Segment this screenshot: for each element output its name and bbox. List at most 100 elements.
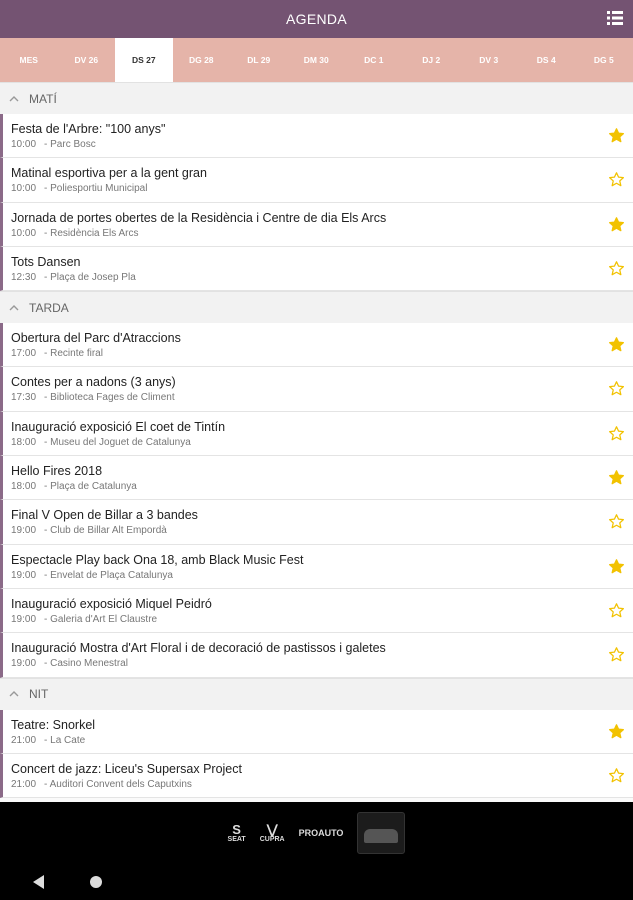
day-tabs: MES DV 26 DS 27 DG 28 DL 29 DM 30 DC 1 DJ 2 DV 3… [0, 38, 633, 82]
event-row[interactable]: Festa de l'Arbre: "100 anys" 10:00 - Parc … [0, 114, 633, 159]
event-meta: 17:30 - Biblioteca Fages de Climent [11, 390, 633, 405]
event-place: - Envelat de Plaça Catalunya [44, 569, 173, 581]
event-meta: 19:00 - Casino Menestral [11, 656, 633, 671]
tab-day[interactable]: DV 26 [58, 38, 116, 82]
event-row[interactable]: Hello Fires 2018 18:00 - Plaça de Cataluny… [0, 456, 633, 501]
event-time: 10:00 [11, 227, 37, 239]
star-filled-icon[interactable] [608, 336, 625, 353]
section-header[interactable]: NIT [0, 677, 633, 710]
event-time: 18:00 [11, 481, 37, 493]
event-place: - Casino Menestral [44, 658, 128, 670]
star-outline-icon[interactable] [608, 513, 625, 530]
star-outline-icon[interactable] [608, 425, 625, 442]
event-time: 21:00 [11, 734, 37, 746]
event-row[interactable]: Obertura del Parc d'Atraccions 17:00 - Rec… [0, 323, 633, 368]
event-meta: 19:00 - Envelat de Plaça Catalunya [11, 568, 633, 583]
star-outline-icon[interactable] [608, 171, 625, 188]
event-row[interactable]: Final V Open de Billar a 3 bandes 19:00 - … [0, 500, 633, 545]
event-time: 17:30 [11, 392, 37, 404]
list-icon[interactable] [607, 11, 623, 25]
event-place: - Plaça de Catalunya [44, 481, 137, 493]
event-row[interactable]: Concert de jazz: Liceu's Supersax Projec… [0, 753, 633, 799]
event-title: Obertura del Parc d'Atraccions [11, 331, 181, 346]
event-row[interactable]: Jornada de portes obertes de la Residènc… [0, 202, 633, 247]
event-row[interactable]: Espectacle Play back Ona 18, amb Black M… [0, 544, 633, 589]
page-title: AGENDA [286, 11, 347, 27]
event-meta: 21:00 - Auditori Convent dels Caputxins [11, 777, 633, 792]
star-filled-icon[interactable] [608, 216, 625, 233]
chevron-up-icon [9, 304, 19, 311]
seat-logo: S SEAT [227, 822, 246, 843]
system-nav-bar [0, 864, 633, 900]
event-place: - La Cate [44, 734, 86, 746]
event-title: Concert de jazz: Liceu's Supersax Projec… [11, 761, 242, 776]
event-time: 19:00 [11, 658, 37, 670]
tab-day[interactable]: DL 29 [230, 38, 288, 82]
event-meta: 21:00 - La Cate [11, 733, 633, 748]
event-title: Final V Open de Billar a 3 bandes [11, 508, 198, 523]
event-title: Espectacle Play back Ona 18, amb Black M… [11, 552, 304, 567]
event-time: 17:00 [11, 348, 37, 360]
event-place: - Residència Els Arcs [44, 227, 139, 239]
event-place: - Galeria d'Art El Claustre [44, 613, 158, 625]
section-header[interactable]: MATÍ [0, 82, 633, 114]
tab-day[interactable]: DG 28 [173, 38, 231, 82]
back-icon[interactable] [33, 875, 45, 889]
star-outline-icon[interactable] [608, 380, 625, 397]
event-meta: 18:00 - Museu del Joguet de Catalunya [11, 435, 633, 450]
section-header[interactable]: TARDA [0, 291, 633, 324]
star-filled-icon[interactable] [608, 723, 625, 740]
tab-day[interactable]: DV 3 [460, 38, 518, 82]
event-time: 18:00 [11, 436, 37, 448]
event-row[interactable]: Teatre: Snorkel 21:00 - La Cate [0, 709, 633, 754]
event-time: 10:00 [11, 139, 37, 150]
home-icon[interactable] [90, 876, 102, 888]
sponsor-banner[interactable]: S SEAT ⋁ CUPRA PROAUTO [0, 802, 633, 864]
tab-day[interactable]: DJ 2 [403, 38, 461, 82]
event-title: Contes per a nadons (3 anys) [11, 375, 176, 390]
tab-day[interactable]: DC 1 [345, 38, 403, 82]
event-row[interactable]: Inauguració exposició Miquel Peidró 19:00… [0, 588, 633, 634]
event-title: Festa de l'Arbre: "100 anys" [11, 122, 166, 136]
chevron-up-icon [9, 95, 19, 101]
star-outline-icon[interactable] [608, 602, 625, 619]
event-place: - Poliesportiu Municipal [44, 183, 148, 195]
event-place: - Museu del Joguet de Catalunya [44, 436, 191, 448]
star-outline-icon[interactable] [608, 646, 625, 663]
tab-day[interactable]: DG 5 [575, 38, 633, 82]
event-row[interactable]: Inauguració exposició El coet de Tintín 1… [0, 411, 633, 457]
proauto-logo: PROAUTO [298, 827, 344, 838]
event-row[interactable]: Matinal esportiva per a la gent gran 10:0… [0, 158, 633, 203]
tab-day[interactable]: DM 30 [288, 38, 346, 82]
event-title: Jornada de portes obertes de la Residènc… [11, 210, 387, 225]
event-title: Matinal esportiva per a la gent gran [11, 166, 207, 181]
event-meta: 12:30 - Plaça de Josep Pla [11, 270, 633, 285]
event-place: - Club de Billar Alt Empordà [44, 525, 167, 537]
tab-day[interactable]: DS 27 [115, 38, 173, 82]
cupra-logo: ⋁ CUPRA [259, 822, 285, 843]
event-row[interactable]: Inauguració Mostra d'Art Floral i de dec… [0, 633, 633, 678]
event-time: 19:00 [11, 569, 37, 581]
event-row[interactable]: Tots Dansen 12:30 - Plaça de Josep Pla [0, 246, 633, 292]
event-title: Hello Fires 2018 [11, 464, 103, 479]
event-time: 19:00 [11, 613, 37, 625]
agenda-list[interactable]: MATÍ Festa de l'Arbre: "100 anys" 10:00 - P… [0, 82, 633, 802]
tab-day[interactable]: MES [0, 38, 58, 82]
star-outline-icon[interactable] [608, 260, 625, 277]
event-title: Inauguració exposició Miquel Peidró [11, 596, 212, 611]
event-place: - Biblioteca Fages de Climent [44, 392, 175, 404]
event-time: 12:30 [11, 271, 37, 283]
event-meta: 17:00 - Recinte firal [11, 346, 633, 361]
chevron-up-icon [9, 691, 19, 697]
car-image [357, 812, 406, 854]
event-row[interactable]: Contes per a nadons (3 anys) 17:30 - Bibli… [0, 367, 633, 412]
star-filled-icon[interactable] [608, 127, 625, 144]
star-filled-icon[interactable] [608, 558, 625, 575]
star-outline-icon[interactable] [608, 767, 625, 784]
section-label: NIT [29, 687, 49, 702]
tab-day[interactable]: DS 4 [518, 38, 576, 82]
event-place: - Parc Bosc [44, 139, 96, 150]
star-filled-icon[interactable] [608, 469, 625, 486]
event-place: - Plaça de Josep Pla [44, 271, 136, 283]
event-place: - Auditori Convent dels Caputxins [44, 778, 192, 790]
